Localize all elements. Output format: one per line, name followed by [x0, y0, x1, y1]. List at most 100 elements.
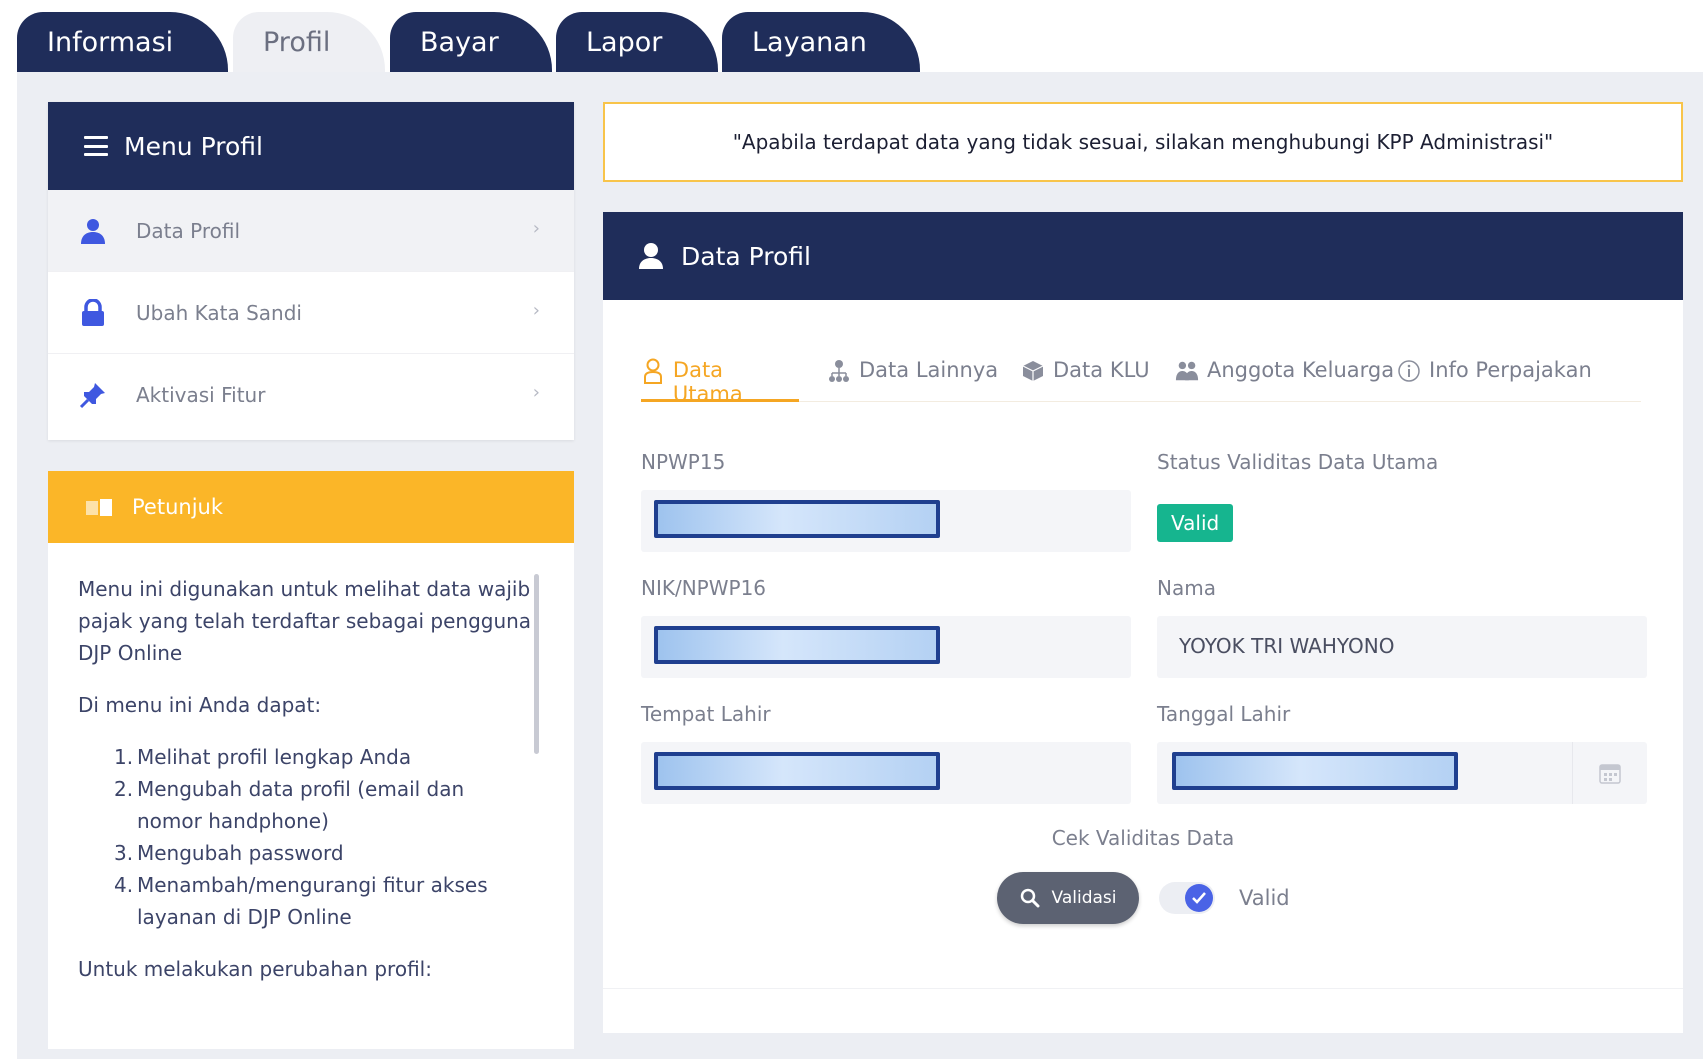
- tab-lapor[interactable]: Lapor: [556, 12, 718, 72]
- subtab-label: Data Lainnya: [859, 358, 999, 382]
- petunjuk-card: Petunjuk Menu ini digunakan untuk meliha…: [48, 471, 574, 1049]
- book-icon: [86, 498, 116, 516]
- calendar-icon[interactable]: [1599, 762, 1621, 784]
- petunjuk-scrollbar[interactable]: [534, 574, 539, 754]
- chevron-right-icon: ›: [532, 300, 540, 321]
- list-item: 2. Mengubah data profil (email dan nomor h…: [114, 773, 540, 837]
- lock-icon: [78, 298, 108, 328]
- status-badge: Valid: [1157, 504, 1234, 542]
- subtab-label: Data KLU: [1053, 358, 1150, 382]
- intro-line: DJP Online: [78, 641, 183, 665]
- valid-toggle[interactable]: [1159, 882, 1215, 914]
- top-tab-bar: Informasi Profil Bayar Lapor Layanan: [0, 0, 1703, 72]
- list-text: Mengubah password: [137, 841, 344, 865]
- toggle-label: Valid: [1239, 886, 1290, 910]
- menu-item-label: Aktivasi Fitur: [136, 383, 266, 407]
- user-outline-icon: [641, 358, 665, 384]
- list-item: 4. Menambah/mengurangi fitur akses layanan…: [114, 869, 540, 933]
- subtab-data-klu[interactable]: Data KLU: [1021, 350, 1150, 402]
- menu-profil-card: Menu Profil Data Profil › Ubah Kata Sand…: [48, 102, 574, 440]
- search-icon: [1020, 888, 1040, 908]
- subtab-anggota-keluarga[interactable]: Anggota Keluarga: [1175, 350, 1394, 402]
- tab-label: Bayar: [420, 26, 499, 58]
- status-badge-text: Valid: [1171, 511, 1220, 535]
- family-icon: [1175, 358, 1199, 384]
- cek-validitas-label: Cek Validitas Data: [1051, 826, 1235, 850]
- petunjuk-intro: Menu ini digunakan untuk melihat data wa…: [78, 573, 544, 669]
- nama-value: YOYOK TRI WAHYONO: [1179, 634, 1395, 658]
- redacted-value: [1172, 752, 1458, 790]
- tab-profil[interactable]: Profil: [233, 12, 385, 72]
- list-number: 1.: [114, 745, 134, 769]
- tab-label: Profil: [263, 26, 331, 58]
- menu-item-data-profil[interactable]: Data Profil ›: [48, 190, 574, 272]
- subtab-info-perpajakan[interactable]: Info Perpajakan: [1397, 350, 1592, 402]
- tab-layanan[interactable]: Layanan: [722, 12, 920, 72]
- redacted-value: [654, 752, 940, 790]
- nama-field: YOYOK TRI WAHYONO: [1157, 616, 1647, 678]
- tab-bayar[interactable]: Bayar: [390, 12, 552, 72]
- tempat-lahir-label: Tempat Lahir: [641, 702, 771, 726]
- chevron-right-icon: ›: [532, 218, 540, 239]
- data-profil-header: Data Profil: [603, 212, 1683, 300]
- user-icon: [78, 216, 108, 246]
- tab-label: Informasi: [47, 26, 174, 58]
- subtab-data-utama[interactable]: Data Utama: [641, 350, 799, 406]
- petunjuk-subhead: Di menu ini Anda dapat:: [78, 693, 322, 717]
- card-divider: [603, 988, 1683, 989]
- list-number: 3.: [114, 841, 134, 865]
- list-text: Melihat profil lengkap Anda: [137, 745, 412, 769]
- list-text: Mengubah data profil (email dan nomor han…: [137, 777, 465, 833]
- data-profil-title: Data Profil: [681, 241, 811, 271]
- menu-item-label: Ubah Kata Sandi: [136, 300, 302, 325]
- tab-informasi[interactable]: Informasi: [17, 12, 228, 72]
- menu-item-ubah-kata-sandi[interactable]: Ubah Kata Sandi ›: [48, 272, 574, 354]
- profil-subtabs: Data Utama Data Lainnya Data KLU Anggota…: [641, 350, 1641, 406]
- petunjuk-body: Menu ini digunakan untuk melihat data wa…: [48, 543, 574, 985]
- subtab-label: Info Perpajakan: [1429, 358, 1592, 382]
- subtab-label: Data Utama: [672, 358, 743, 406]
- tempat-lahir-field: [641, 742, 1131, 804]
- list-item: 1. Melihat profil lengkap Anda: [114, 741, 540, 773]
- cube-icon: [1021, 358, 1045, 384]
- menu-item-aktivasi-fitur[interactable]: Aktivasi Fitur ›: [48, 354, 574, 436]
- npwp15-field: [641, 490, 1131, 552]
- subtab-label: Anggota Keluarga: [1207, 358, 1395, 382]
- tab-label: Lapor: [586, 26, 663, 58]
- info-icon: [1397, 358, 1421, 384]
- list-number: 4.: [114, 873, 134, 897]
- user-icon: [639, 242, 663, 270]
- hamburger-icon: [84, 136, 108, 156]
- nama-label: Nama: [1157, 576, 1216, 600]
- npwp15-label: NPWP15: [641, 450, 726, 474]
- petunjuk-footer: Untuk melakukan perubahan profil:: [78, 957, 432, 981]
- pin-icon: [78, 380, 108, 410]
- list-number: 2.: [114, 777, 134, 801]
- status-validitas-label: Status Validitas Data Utama: [1157, 450, 1439, 474]
- tanggal-lahir-label: Tanggal Lahir: [1157, 702, 1291, 726]
- menu-title: Menu Profil: [124, 131, 263, 161]
- check-icon: [1185, 884, 1213, 912]
- petunjuk-list: 1. Melihat profil lengkap Anda 2. Mengubah…: [114, 741, 540, 933]
- list-item: 3. Mengubah password: [114, 837, 540, 869]
- nik-npwp16-label: NIK/NPWP16: [641, 576, 767, 600]
- tanggal-lahir-field: [1157, 742, 1647, 804]
- notice-text: "Apabila terdapat data yang tidak sesuai…: [732, 130, 1554, 154]
- field-separator: [1572, 742, 1573, 804]
- intro-line: Menu ini digunakan untuk melihat data wa…: [78, 577, 531, 601]
- validasi-button[interactable]: Validasi: [997, 872, 1139, 924]
- nik-npwp16-field: [641, 616, 1131, 678]
- petunjuk-title: Petunjuk: [132, 495, 223, 519]
- data-profil-card: Data Profil Data Utama Data Lainnya Data…: [603, 212, 1683, 1033]
- redacted-value: [654, 500, 940, 538]
- intro-line: pajak yang telah terdaftar sebagai pengg…: [78, 609, 532, 633]
- list-text: Menambah/mengurangi fitur akses layanan d…: [137, 873, 488, 929]
- menu-item-label: Data Profil: [136, 218, 240, 243]
- users-tree-icon: [827, 358, 851, 384]
- menu-profil-header: Menu Profil: [48, 102, 574, 190]
- validasi-button-label: Validasi: [1051, 888, 1117, 908]
- notice-banner: "Apabila terdapat data yang tidak sesuai…: [603, 102, 1683, 182]
- petunjuk-header: Petunjuk: [48, 471, 574, 543]
- subtab-data-lainnya[interactable]: Data Lainnya: [827, 350, 998, 402]
- redacted-value: [654, 626, 940, 664]
